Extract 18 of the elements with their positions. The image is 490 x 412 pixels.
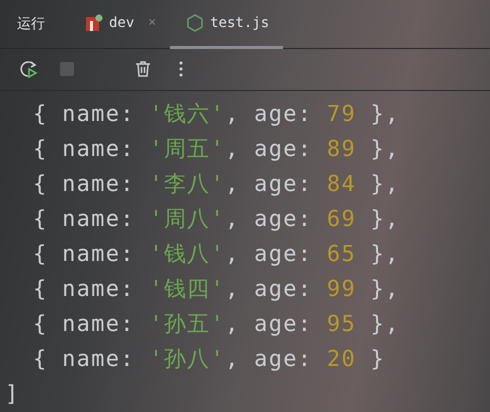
- console-line: { name: '钱八', age: 65 },: [32, 241, 401, 269]
- console-line: { name: '周八', age: 69 },: [32, 206, 401, 234]
- package-icon: [85, 14, 103, 32]
- more-icon: [178, 60, 184, 78]
- hexagon-icon: [186, 14, 204, 32]
- console-line: { name: '孙五', age: 95 },: [32, 311, 401, 339]
- console-line: { name: '钱四', age: 99 },: [32, 276, 401, 304]
- console-line: { name: '钱六', age: 79 },: [32, 101, 401, 129]
- panel-title: 运行: [17, 14, 45, 33]
- stop-icon: [59, 61, 75, 78]
- console-line: { name: '李八', age: 84 },: [32, 171, 401, 199]
- run-tab[interactable]: dev ×: [69, 0, 170, 49]
- console-line: { name: '孙八', age: 20 }: [32, 346, 386, 374]
- run-tab[interactable]: test.js: [170, 0, 284, 49]
- console-line: ]: [5, 381, 21, 409]
- console-line: { name: '周五', age: 89 },: [32, 136, 401, 164]
- trash-icon: [134, 60, 152, 78]
- rerun-icon: [19, 59, 39, 80]
